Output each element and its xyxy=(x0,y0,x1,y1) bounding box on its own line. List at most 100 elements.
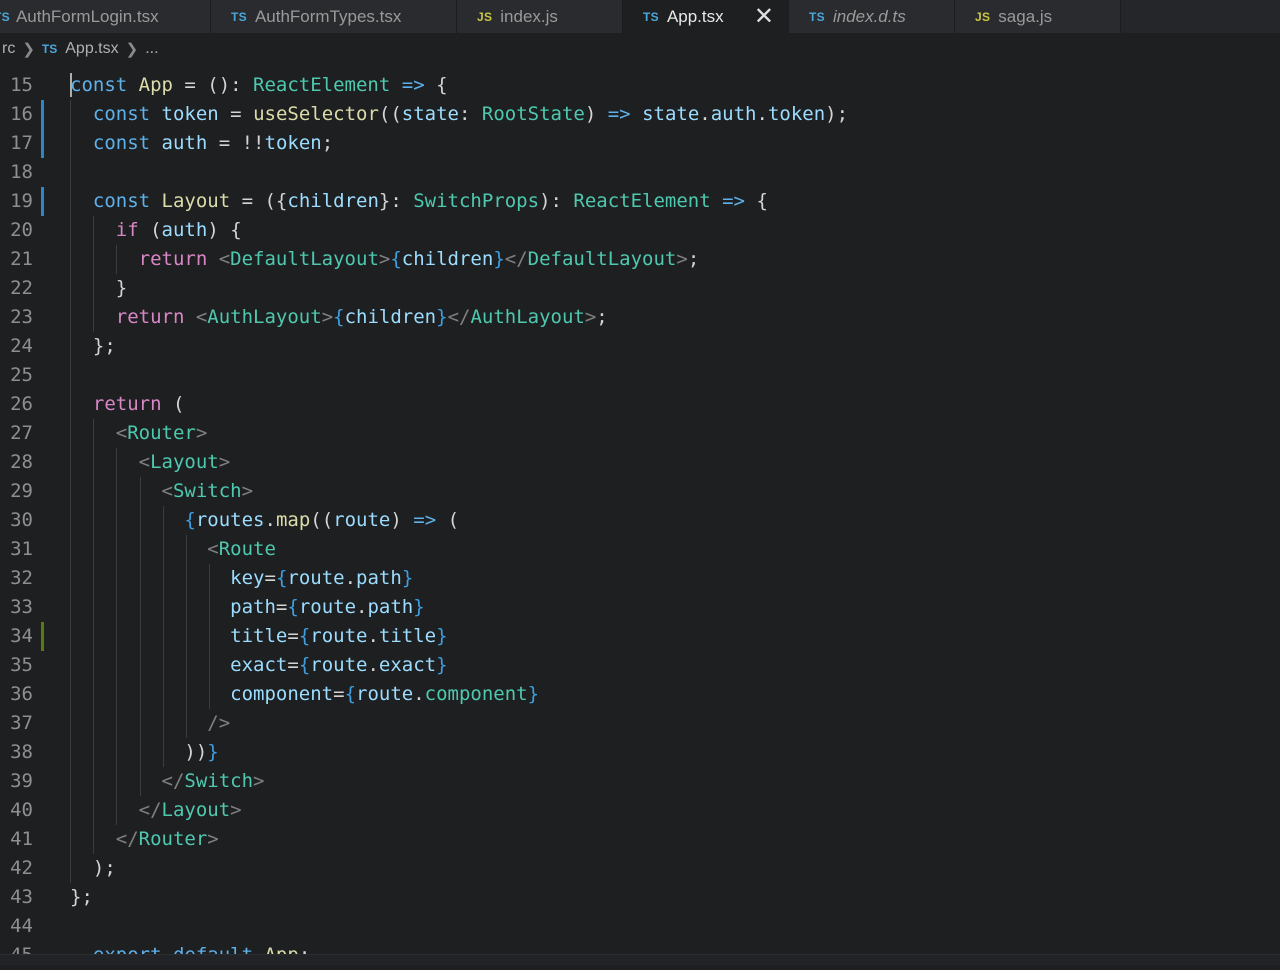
indent-guide xyxy=(162,506,164,767)
code-text: } xyxy=(70,277,128,299)
line-number: 26 xyxy=(10,393,33,415)
indent-guide xyxy=(186,535,187,738)
code-line[interactable]: 42 ); xyxy=(0,854,1280,883)
code-text: key={route.path} xyxy=(230,567,414,589)
code-line[interactable]: 41 </Router> xyxy=(0,825,1280,854)
line-number: 42 xyxy=(10,857,33,879)
line-number: 22 xyxy=(10,277,33,299)
code-text: title={route.title} xyxy=(230,625,448,647)
code-text: </Switch> xyxy=(161,770,265,792)
line-number: 44 xyxy=(10,915,33,937)
code-line[interactable]: 25 xyxy=(0,361,1280,390)
breadcrumb-more[interactable]: ... xyxy=(145,40,158,58)
line-number: 28 xyxy=(10,451,33,473)
line-number: 21 xyxy=(10,248,33,270)
code-line[interactable]: 18 xyxy=(0,158,1280,187)
code-text: </Layout> xyxy=(138,799,242,821)
line-number: 41 xyxy=(10,828,33,850)
code-editor[interactable]: 15 const App = (): ReactElement => {16 co… xyxy=(0,64,1280,966)
code-line[interactable]: 43}; xyxy=(0,883,1280,912)
code-line[interactable]: 36 component={route.component} xyxy=(0,680,1280,709)
code-text: if (auth) { xyxy=(115,219,242,241)
indent-guide xyxy=(93,216,95,332)
code-text: const token = useSelector((state: RootSt… xyxy=(92,103,849,125)
tab-label: AuthFormLogin.tsx xyxy=(15,6,159,26)
line-number: 29 xyxy=(10,480,33,502)
code-line[interactable]: 15 const App = (): ReactElement => { xyxy=(0,71,1280,100)
tab-label: index.d.ts xyxy=(832,6,906,26)
code-line[interactable]: 22 } xyxy=(0,274,1280,303)
line-number: 36 xyxy=(10,683,33,705)
tab-saga-js[interactable]: JS saga.js xyxy=(955,0,1121,33)
horizontal-scrollbar[interactable] xyxy=(0,954,1280,965)
code-line[interactable]: 30 {routes.map((route) => ( xyxy=(0,506,1280,535)
code-line[interactable]: 31 <Route xyxy=(0,535,1280,564)
code-text: {routes.map((route) => ( xyxy=(184,509,460,531)
tab-authformtypes[interactable]: TS AuthFormTypes.tsx xyxy=(211,0,457,33)
line-number: 15 xyxy=(10,74,33,96)
breadcrumb: rc ❯ TS App.tsx ❯ ... xyxy=(0,33,1280,64)
javascript-file-icon: JS xyxy=(477,9,493,24)
breadcrumb-folder[interactable]: rc xyxy=(2,40,15,58)
code-line[interactable]: 44 xyxy=(0,912,1280,941)
line-number: 23 xyxy=(10,306,33,328)
javascript-file-icon: JS xyxy=(975,9,991,24)
line-number: 34 xyxy=(10,625,33,647)
line-number: 37 xyxy=(10,712,33,734)
breadcrumb-file[interactable]: App.tsx xyxy=(65,40,118,58)
code-line[interactable]: 34 title={route.title} xyxy=(0,622,1280,651)
chevron-right-icon: ❯ xyxy=(125,40,139,58)
tab-label: saga.js xyxy=(998,6,1053,26)
code-line[interactable]: 29 <Switch> xyxy=(0,477,1280,506)
code-line[interactable]: 17 const auth = !!token; xyxy=(0,129,1280,158)
code-line[interactable]: 23 return <AuthLayout>{children}</AuthLa… xyxy=(0,303,1280,332)
change-marker xyxy=(41,100,44,129)
tab-index-js[interactable]: JS index.js xyxy=(457,0,623,33)
code-text: const Layout = ({children}: SwitchProps)… xyxy=(92,190,768,212)
line-number: 19 xyxy=(10,190,33,212)
code-text: <Switch> xyxy=(161,480,254,502)
code-line[interactable]: 38 ))} xyxy=(0,738,1280,767)
code-line[interactable]: 26 return ( xyxy=(0,390,1280,419)
code-text: }; xyxy=(70,335,116,357)
tab-app-tsx[interactable]: TS App.tsx ✕ xyxy=(623,0,789,33)
change-marker xyxy=(41,187,44,216)
code-line[interactable]: 24 }; xyxy=(0,332,1280,361)
code-line[interactable]: 21 return <DefaultLayout>{children}</Def… xyxy=(0,245,1280,274)
code-line[interactable]: 19 const Layout = ({children}: SwitchPro… xyxy=(0,187,1280,216)
indent-guide xyxy=(116,245,118,274)
tab-index-d-ts[interactable]: TS index.d.ts xyxy=(789,0,955,33)
code-line[interactable]: 39 </Switch> xyxy=(0,767,1280,796)
line-number: 27 xyxy=(10,422,33,444)
code-text: <Route xyxy=(207,538,276,560)
line-number: 17 xyxy=(10,132,33,154)
indent-guide xyxy=(209,564,211,709)
indent-guide xyxy=(116,448,118,825)
code-line[interactable]: 20 if (auth) { xyxy=(0,216,1280,245)
tab-label: AuthFormTypes.tsx xyxy=(254,6,402,26)
line-number: 35 xyxy=(10,654,33,676)
line-number: 31 xyxy=(10,538,33,560)
indent-guide xyxy=(139,477,141,796)
code-line[interactable]: 28 <Layout> xyxy=(0,448,1280,477)
code-text: return <AuthLayout>{children}</AuthLayou… xyxy=(115,306,608,328)
tab-authformlogin[interactable]: TS AuthFormLogin.tsx xyxy=(0,0,211,33)
text-cursor xyxy=(70,73,72,97)
code-line[interactable]: 40 </Layout> xyxy=(0,796,1280,825)
code-line[interactable]: 32 key={route.path} xyxy=(0,564,1280,593)
code-line[interactable]: 35 exact={route.exact} xyxy=(0,651,1280,680)
change-marker xyxy=(41,622,44,651)
code-text: const auth = !!token; xyxy=(92,132,334,154)
typescript-file-icon: TS xyxy=(41,41,58,56)
line-number: 18 xyxy=(10,161,33,183)
line-number: 16 xyxy=(10,103,33,125)
typescript-file-icon: TS xyxy=(0,9,10,24)
code-line[interactable]: 33 path={route.path} xyxy=(0,593,1280,622)
close-icon[interactable]: ✕ xyxy=(754,4,774,29)
code-line[interactable]: 37 /> xyxy=(0,709,1280,738)
line-number: 25 xyxy=(10,364,33,386)
code-text: return ( xyxy=(92,393,185,415)
code-line[interactable]: 16 const token = useSelector((state: Roo… xyxy=(0,100,1280,129)
code-line[interactable]: 27 <Router> xyxy=(0,419,1280,448)
typescript-file-icon: TS xyxy=(809,9,825,24)
